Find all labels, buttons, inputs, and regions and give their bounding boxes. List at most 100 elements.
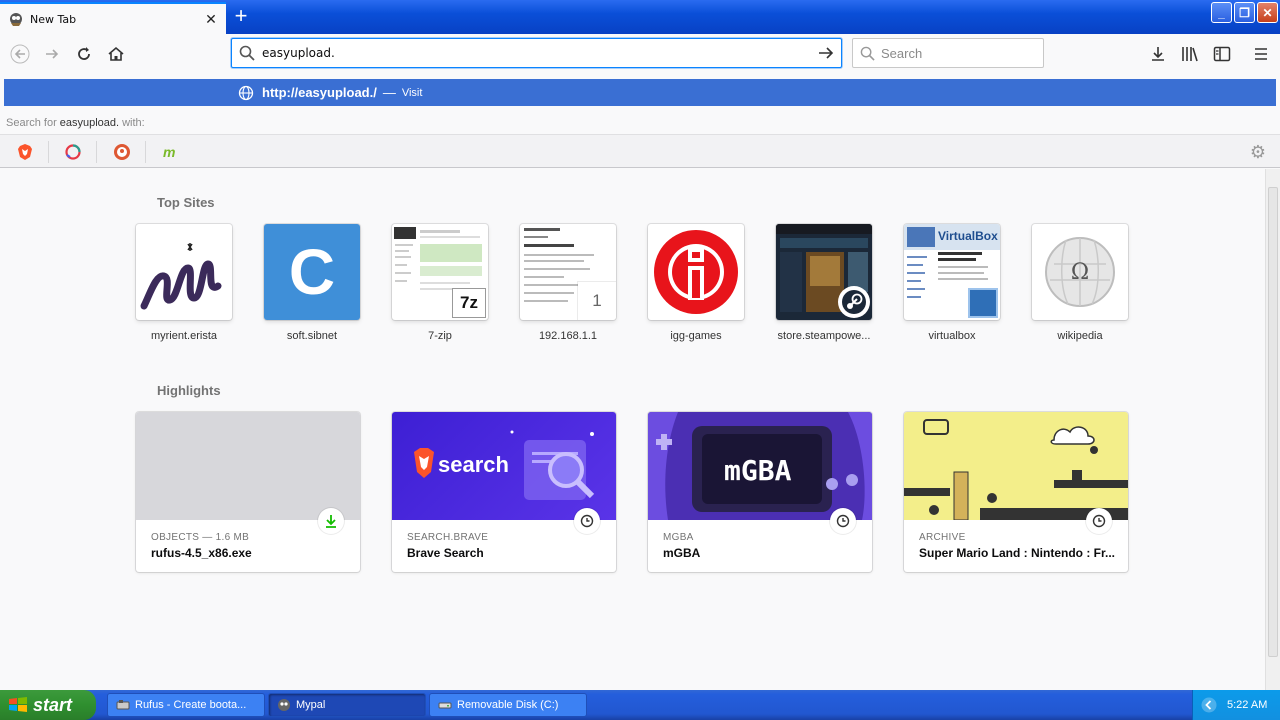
top-site-steam[interactable]: store.steampowe... <box>764 224 884 342</box>
engine-divider <box>48 141 49 163</box>
url-input[interactable]: easyupload. <box>262 46 811 60</box>
site-label: myrient.erista <box>150 330 218 342</box>
site-thumbnail <box>776 224 872 320</box>
task-label: Mypal <box>296 699 326 711</box>
page-scrollbar[interactable] <box>1265 169 1280 690</box>
browser-favicon-icon <box>10 13 22 26</box>
sidebar-icon[interactable] <box>1210 42 1234 66</box>
site-thumbnail: C <box>264 224 360 320</box>
minimize-icon[interactable]: _ <box>1211 2 1232 23</box>
site-thumbnail: Ω <box>1032 224 1128 320</box>
top-site-virtualbox[interactable]: VirtualBox virtualbox <box>892 224 1012 342</box>
globe-icon <box>238 85 254 100</box>
duckduckgo-engine-icon[interactable] <box>112 142 132 162</box>
qwant-engine-icon[interactable] <box>63 142 83 162</box>
windows-taskbar: start Rufus - Create boota... Mypal Remo… <box>0 690 1280 720</box>
tab-close-icon[interactable]: ✕ <box>204 11 218 27</box>
close-window-icon[interactable]: ✕ <box>1257 2 1278 23</box>
engine-divider <box>96 141 97 163</box>
library-icon[interactable] <box>1178 42 1202 66</box>
brave-search-engine-icon[interactable] <box>15 142 35 162</box>
rufus-icon <box>116 700 130 710</box>
highlight-card-rufus[interactable]: OBJECTS — 1.6 MB rufus-4.5_x86.exe <box>136 412 360 572</box>
task-label: Removable Disk (C:) <box>457 699 559 711</box>
downloads-icon[interactable] <box>1146 42 1170 66</box>
visit-label: Visit <box>401 86 423 99</box>
site-label: soft.sibnet <box>286 330 338 342</box>
highlight-card-brave[interactable]: search SEARCH.BRAVE Brave Search <box>392 412 616 572</box>
sibnet-logo: C <box>288 236 336 308</box>
forward-icon[interactable] <box>40 42 64 66</box>
search-bar[interactable]: Search <box>852 38 1044 68</box>
site-label: store.steampowe... <box>777 330 871 342</box>
url-suggestion-visit[interactable]: http://easyupload./ — Visit <box>4 79 1276 106</box>
highlight-card-mario[interactable]: ARCHIVE Super Mario Land : Nintendo : Fr… <box>904 412 1128 572</box>
card-context: ARCHIVE <box>919 532 966 543</box>
top-site-router[interactable]: 1 192.168.1.1 <box>508 224 628 342</box>
clock-icon <box>574 508 600 534</box>
site-thumbnail <box>648 224 744 320</box>
window-controls: _ ❐ ✕ <box>1211 2 1278 23</box>
system-tray: 5:22 AM <box>1192 690 1280 720</box>
top-site-myrient[interactable]: myrient.erista <box>124 224 244 342</box>
mojeek-engine-icon[interactable]: m <box>161 142 181 162</box>
top-site-igg-games[interactable]: igg-games <box>636 224 756 342</box>
card-context: OBJECTS — 1.6 MB <box>151 532 250 543</box>
steam-logo-icon <box>838 286 870 318</box>
mypal-icon <box>278 699 290 711</box>
restore-icon[interactable]: ❐ <box>1234 2 1255 23</box>
search-settings-gear-icon[interactable]: ⚙ <box>1250 142 1266 163</box>
removable-disk-icon <box>438 702 452 709</box>
search-icon <box>853 46 881 61</box>
reload-icon[interactable] <box>72 42 96 66</box>
scrollbar-thumb[interactable] <box>1268 187 1278 657</box>
highlight-card-mgba[interactable]: mGBA MGBA mGBA <box>648 412 872 572</box>
site-thumbnail <box>136 224 232 320</box>
one-off-search-engines: m ⚙ <box>0 134 1280 168</box>
visit-url: http://easyupload./ <box>262 85 377 100</box>
clock-icon <box>830 508 856 534</box>
menu-icon[interactable] <box>1249 42 1273 66</box>
back-icon[interactable] <box>8 42 32 66</box>
task-label: Rufus - Create boota... <box>135 699 247 711</box>
brave-image-text: search <box>438 452 509 477</box>
home-icon[interactable] <box>104 42 128 66</box>
card-title: Brave Search <box>407 546 484 560</box>
clock-icon <box>1086 508 1112 534</box>
tray-chevron-icon[interactable] <box>1201 697 1217 713</box>
go-arrow-icon[interactable] <box>811 45 841 61</box>
mgba-image-text: mGBA <box>724 454 792 487</box>
top-site-7zip[interactable]: 7z 7-zip <box>380 224 500 342</box>
card-context: MGBA <box>663 532 694 543</box>
search-for-suffix: with: <box>122 117 145 129</box>
taskbar-clock: 5:22 AM <box>1227 699 1268 711</box>
taskbar-item-rufus[interactable]: Rufus - Create boota... <box>107 693 265 717</box>
card-title: mGBA <box>663 546 701 560</box>
taskbar-item-mypal[interactable]: Mypal <box>268 693 426 717</box>
taskbar-item-removable-disk[interactable]: Removable Disk (C:) <box>429 693 587 717</box>
search-placeholder: Search <box>881 45 923 61</box>
search-for-query: easyupload. <box>59 117 120 129</box>
virtualbox-logo-icon <box>968 288 998 318</box>
start-button[interactable]: start <box>0 690 96 720</box>
highlights-heading: Highlights <box>157 383 221 398</box>
nav-toolbar: easyupload. Search <box>0 34 1280 74</box>
svg-text:m: m <box>163 145 175 159</box>
download-icon <box>318 508 344 534</box>
search-for-row: Search for easyupload. with: <box>0 112 1280 134</box>
new-tab-plus-icon[interactable]: + <box>230 5 252 27</box>
site-label: virtualbox <box>928 330 976 342</box>
site-label: wikipedia <box>1057 330 1103 342</box>
site-label: 192.168.1.1 <box>538 330 598 342</box>
site-thumbnail: 7z <box>392 224 488 320</box>
top-site-wikipedia[interactable]: Ω wikipedia <box>1020 224 1140 342</box>
tab-new-tab[interactable]: New Tab ✕ <box>0 2 226 34</box>
card-context: SEARCH.BRAVE <box>407 532 489 543</box>
start-label: start <box>33 694 73 715</box>
site-label: 7-zip <box>428 330 452 342</box>
card-title: Super Mario Land : Nintendo : Fr... <box>919 546 1116 560</box>
url-bar[interactable]: easyupload. <box>231 38 842 68</box>
top-site-sibnet[interactable]: C soft.sibnet <box>252 224 372 342</box>
site-label: igg-games <box>670 330 722 342</box>
card-image <box>136 412 360 520</box>
